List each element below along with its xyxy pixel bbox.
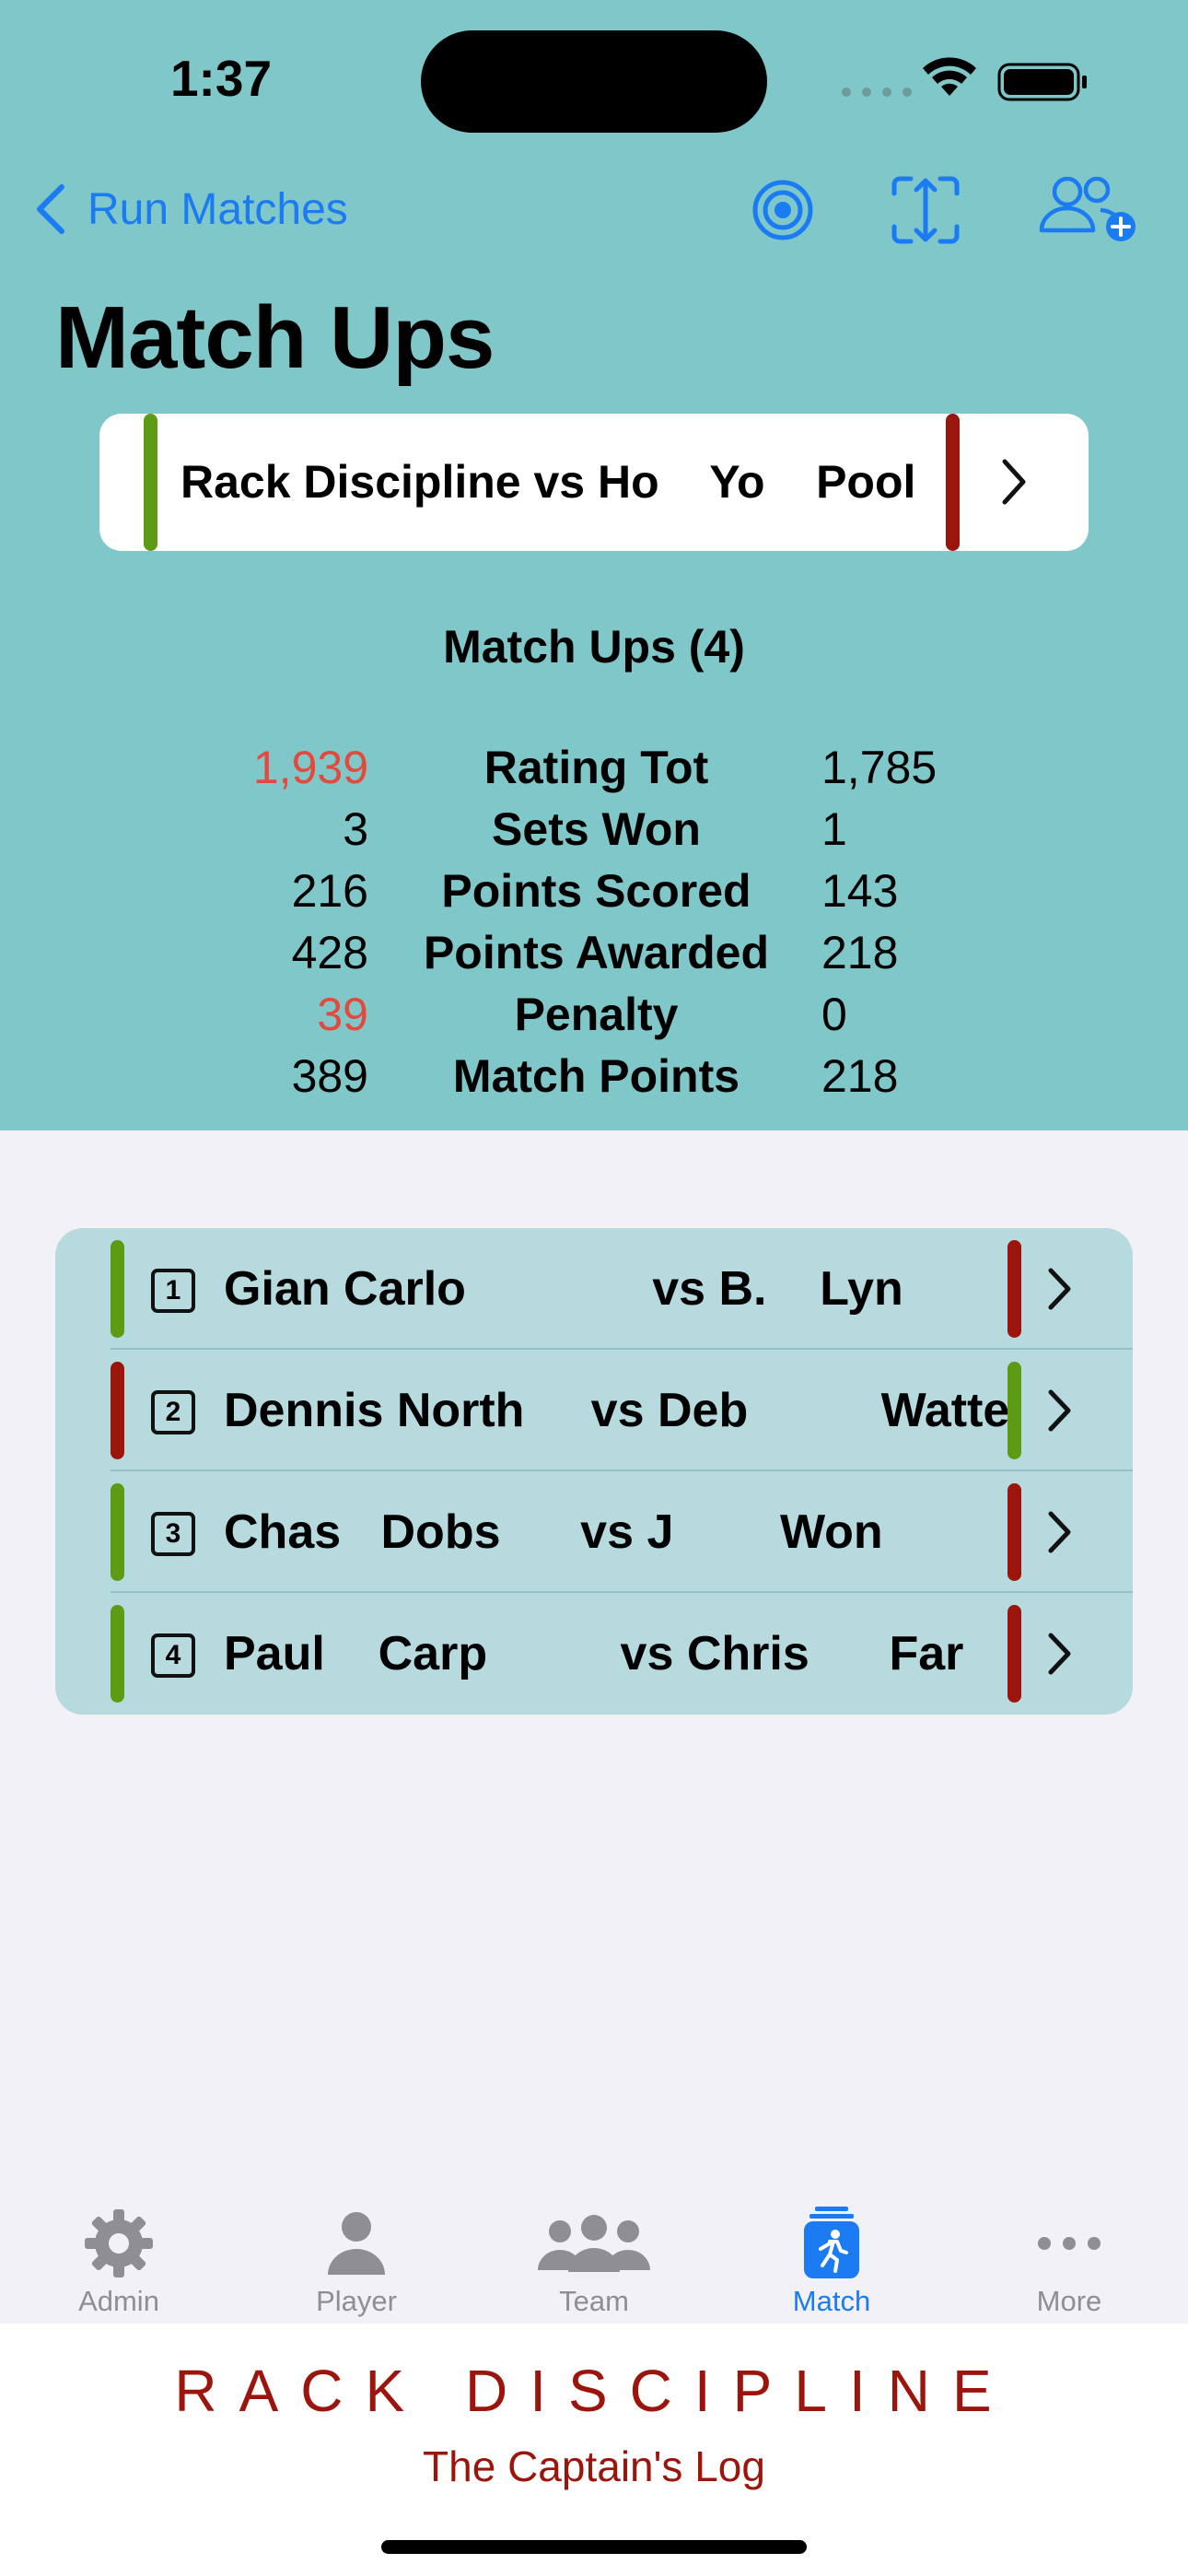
wifi-icon: [923, 57, 976, 96]
stat-away-value: 0: [821, 989, 847, 1040]
home-team-color-bar: [144, 414, 157, 551]
home-player-color-bar: [111, 1240, 124, 1338]
stat-home-value: 3: [343, 803, 368, 855]
home-player-color-bar: [111, 1605, 124, 1703]
matchup-list: 1 Gian Carlo vs B. Lyn 2 Dennis North vs De…: [55, 1228, 1133, 1715]
stat-away-value: 1,785: [821, 742, 938, 793]
stat-away-value: 218: [821, 1050, 899, 1102]
matchup-number-badge: 4: [151, 1633, 195, 1678]
dynamic-island: [421, 30, 767, 133]
stat-label: Points Awarded: [423, 927, 770, 978]
matchup-number-badge: 2: [151, 1390, 195, 1434]
tab-player-label: Player: [316, 2285, 397, 2317]
stat-label: Points Scored: [441, 865, 751, 917]
ellipsis-icon: [1038, 2237, 1101, 2250]
target-icon: [752, 180, 813, 240]
stat-home-value: 39: [317, 989, 368, 1040]
tab-bar: Admin Player Team Match More: [0, 2184, 1188, 2324]
stat-away-value: 143: [821, 865, 899, 917]
stat-home-value: 1,939: [252, 742, 368, 793]
matchup-row[interactable]: 3 Chas Dobs vs J Won: [55, 1471, 1133, 1593]
tab-more-label: More: [1036, 2285, 1102, 2317]
chevron-right-icon: [1048, 1389, 1071, 1432]
away-player-color-bar: [1007, 1483, 1021, 1581]
matchup-players: Paul Carp vs Chris Far: [224, 1627, 964, 1680]
swap-vertical-icon: [891, 176, 960, 244]
footer-banner: RACK DISCIPLINE The Captain's Log: [0, 2324, 1188, 2576]
matchup-row[interactable]: 4 Paul Carp vs Chris Far: [55, 1593, 1133, 1715]
stat-home-value: 389: [291, 1050, 368, 1102]
stat-label: Penalty: [514, 989, 679, 1040]
status-time: 1:37: [169, 50, 273, 107]
battery-icon: [997, 63, 1087, 101]
away-player-color-bar: [1007, 1240, 1021, 1338]
matchup-row[interactable]: 2 Dennis North vs Deb Watte: [55, 1350, 1133, 1471]
stat-label: Sets Won: [492, 803, 701, 855]
team-icon: [538, 2215, 650, 2272]
swap-teams-button[interactable]: [884, 173, 967, 247]
stat-label: Match Points: [452, 1050, 740, 1102]
matchup-number-badge: 3: [151, 1512, 195, 1556]
target-button[interactable]: [741, 173, 824, 247]
chevron-left-icon: [37, 184, 64, 234]
match-icon: [804, 2207, 859, 2278]
add-people-icon: [1039, 176, 1136, 241]
match-card[interactable]: Rack Discipline vs Ho Yo Pool: [99, 414, 1089, 551]
back-button-label: Run Matches: [87, 184, 348, 234]
back-button[interactable]: Run Matches: [32, 177, 348, 241]
stat-home-value: 216: [291, 865, 368, 917]
matchup-players: Gian Carlo vs B. Lyn: [224, 1262, 903, 1316]
home-indicator[interactable]: [381, 2540, 807, 2554]
stat-row: 3 Sets Won 1: [0, 799, 1188, 861]
matchups-summary-title: Match Ups (4): [443, 621, 745, 673]
stat-row: 1,939 Rating Tot 1,785: [0, 737, 1188, 799]
chevron-right-icon: [1048, 1511, 1071, 1553]
brand-logo-text: RACK DISCIPLINE: [174, 2358, 1014, 2424]
matchup-players: Dennis North vs Deb Watte: [224, 1384, 1010, 1437]
matchup-players: Chas Dobs vs J Won: [224, 1505, 883, 1559]
gear-icon: [85, 2209, 153, 2277]
stat-home-value: 428: [291, 927, 368, 978]
away-team-color-bar: [946, 414, 960, 551]
stat-away-value: 1: [821, 803, 847, 855]
status-icons: [833, 52, 1096, 107]
page-title: Match Ups: [55, 288, 495, 387]
matchup-number-badge: 1: [151, 1269, 195, 1313]
match-card-title: Rack Discipline vs Ho Yo Pool: [181, 456, 916, 508]
chevron-right-icon: [1002, 459, 1026, 505]
home-player-color-bar: [111, 1483, 124, 1581]
stat-row: 216 Points Scored 143: [0, 861, 1188, 922]
away-player-color-bar: [1007, 1605, 1021, 1703]
away-player-color-bar: [1007, 1362, 1021, 1459]
tab-match[interactable]: Match: [713, 2184, 950, 2324]
tab-team[interactable]: Team: [475, 2184, 713, 2324]
person-icon: [328, 2212, 385, 2275]
brand-tagline: The Captain's Log: [423, 2442, 765, 2490]
tab-admin-label: Admin: [78, 2285, 159, 2317]
tab-admin[interactable]: Admin: [0, 2184, 238, 2324]
tab-player[interactable]: Player: [238, 2184, 475, 2324]
home-player-color-bar: [111, 1362, 124, 1459]
stat-row: 39 Penalty 0: [0, 984, 1188, 1046]
chevron-right-icon: [1048, 1268, 1071, 1310]
add-player-button[interactable]: [1036, 173, 1137, 247]
tab-more[interactable]: More: [950, 2184, 1188, 2324]
stat-away-value: 218: [821, 927, 899, 978]
stat-label: Rating Tot: [483, 742, 709, 793]
stat-row: 428 Points Awarded 218: [0, 922, 1188, 984]
matchup-row[interactable]: 1 Gian Carlo vs B. Lyn: [55, 1228, 1133, 1350]
signal-icon: [842, 88, 912, 97]
stat-row: 389 Match Points 218: [0, 1046, 1188, 1107]
chevron-right-icon: [1048, 1633, 1071, 1675]
tab-match-label: Match: [792, 2285, 871, 2317]
tab-team-label: Team: [559, 2285, 629, 2317]
